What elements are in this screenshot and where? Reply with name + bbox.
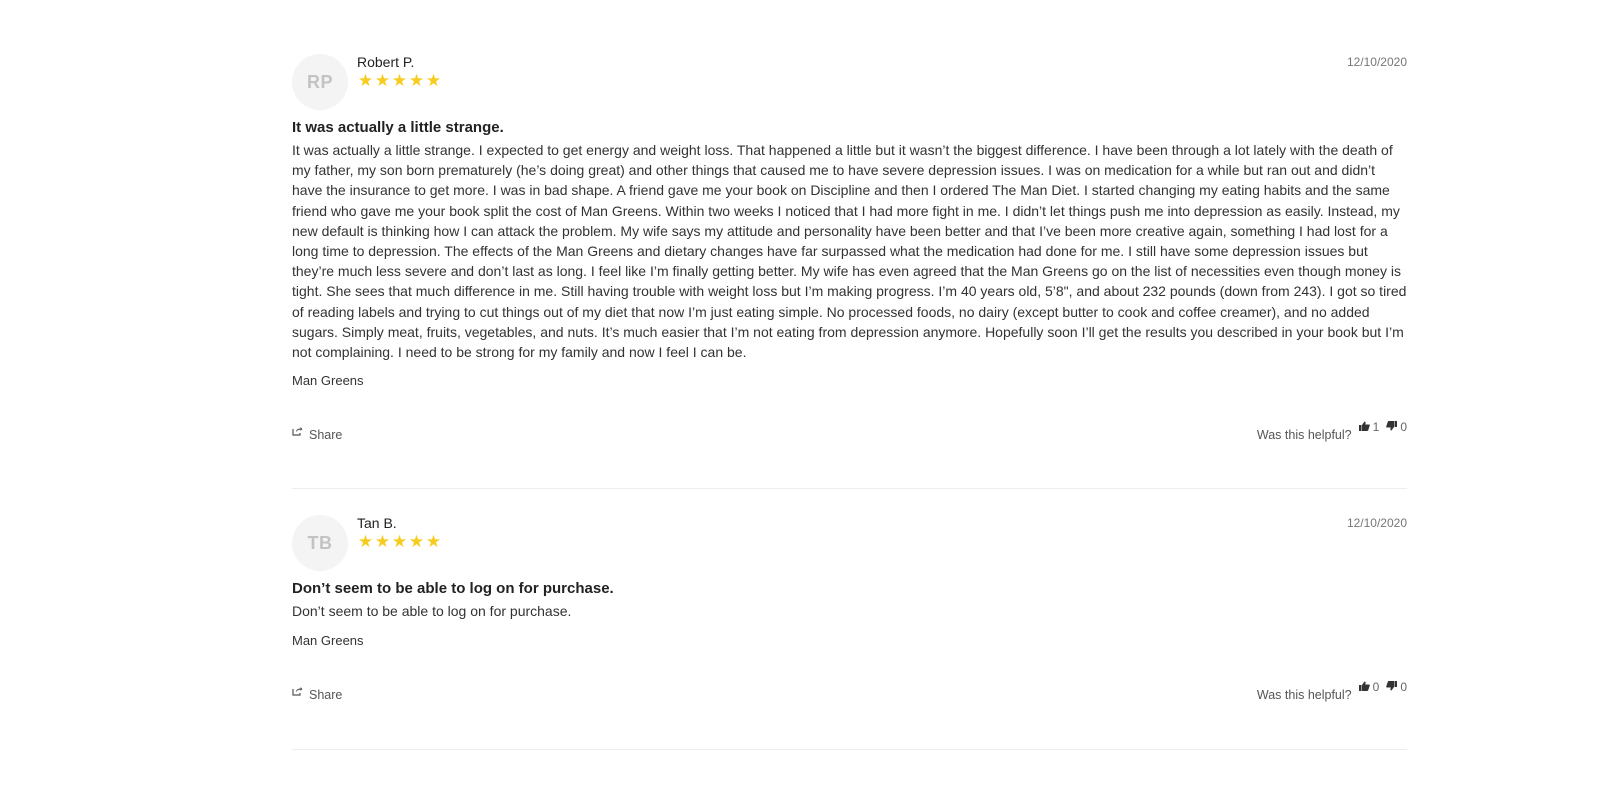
review-body: It was actually a little strange. I expe… [292, 142, 1407, 361]
star-icon: ★ [374, 532, 391, 551]
thumbs-down-icon [1386, 680, 1398, 694]
star-icon: ★ [391, 71, 408, 90]
review-date: 12/10/2020 [1346, 516, 1407, 530]
thumbs-up-icon [1358, 420, 1370, 434]
review-author: Robert P. [357, 54, 415, 70]
downvote-count: 0 [1400, 680, 1407, 694]
helpful-votes: Was this helpful? 1 0 [1257, 420, 1407, 442]
divider [292, 749, 1407, 750]
review-title: It was actually a little strange. [292, 119, 504, 136]
thumbs-up-icon [1358, 680, 1370, 694]
downvote-count: 0 [1400, 420, 1407, 434]
review-date: 12/10/2020 [1346, 55, 1407, 69]
share-button[interactable]: Share [292, 684, 342, 702]
review-title: Don’t seem to be able to log on for purc… [292, 580, 614, 597]
divider [292, 488, 1407, 489]
star-icon: ★ [391, 532, 408, 551]
star-icon: ★ [425, 532, 442, 551]
review-product: Man Greens [292, 373, 364, 388]
review-author: Tan B. [357, 515, 397, 531]
helpful-votes: Was this helpful? 0 0 [1257, 680, 1407, 702]
upvote-count: 1 [1372, 420, 1380, 434]
star-rating: ★ ★ ★ ★ ★ [357, 71, 442, 91]
review-body: Don’t seem to be able to log on for purc… [292, 603, 572, 619]
star-rating: ★ ★ ★ ★ ★ [357, 532, 442, 552]
share-icon [292, 426, 303, 436]
star-icon: ★ [357, 532, 374, 551]
share-label: Share [309, 428, 343, 442]
star-icon: ★ [374, 71, 391, 90]
thumbs-down-icon [1386, 420, 1398, 434]
thumbs-up-button[interactable]: 0 [1358, 680, 1380, 694]
star-icon: ★ [408, 71, 425, 90]
star-icon: ★ [408, 532, 425, 551]
share-label: Share [309, 688, 343, 702]
star-icon: ★ [357, 71, 374, 90]
helpful-label: Was this helpful? [1256, 428, 1352, 442]
review-product: Man Greens [292, 633, 364, 648]
thumbs-down-button[interactable]: 0 [1386, 680, 1407, 694]
star-icon: ★ [425, 71, 442, 90]
upvote-count: 0 [1372, 680, 1380, 694]
share-icon [292, 686, 303, 696]
share-button[interactable]: Share [292, 424, 342, 442]
thumbs-down-button[interactable]: 0 [1386, 420, 1407, 434]
thumbs-up-button[interactable]: 1 [1358, 420, 1380, 434]
avatar: RP [292, 54, 348, 110]
avatar: TB [292, 515, 348, 571]
helpful-label: Was this helpful? [1256, 688, 1352, 702]
